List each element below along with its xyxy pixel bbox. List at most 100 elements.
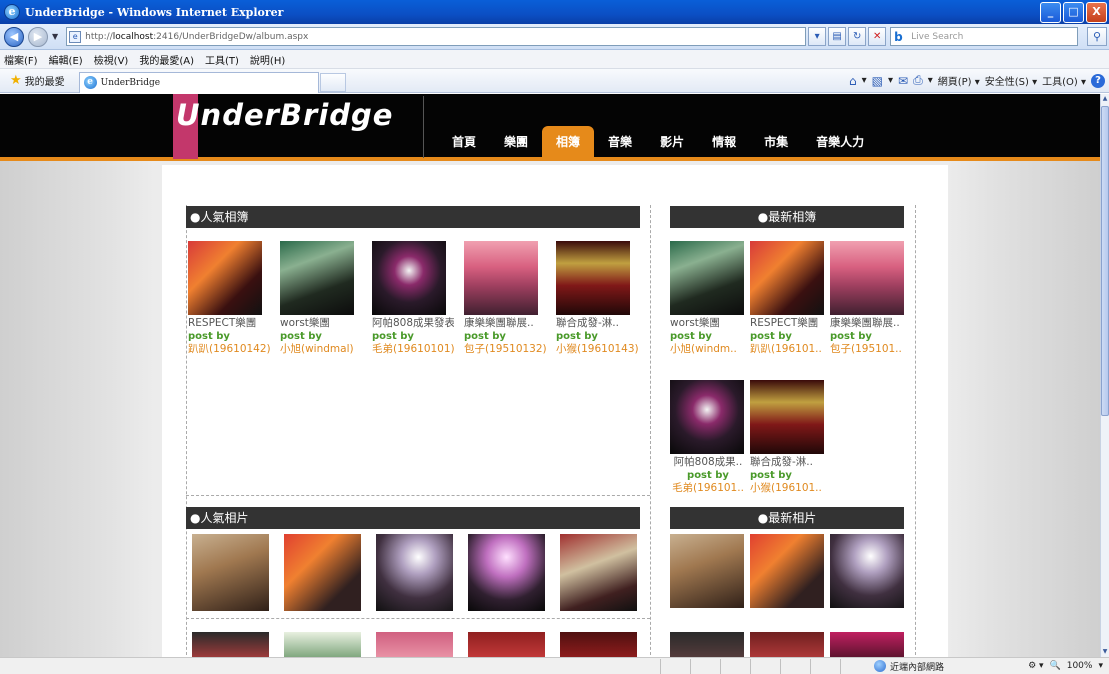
album-poster[interactable]: 趴趴(19610142) <box>188 343 270 356</box>
album-thumb[interactable] <box>372 241 446 315</box>
print-icon[interactable]: ⎙ <box>913 73 923 88</box>
photo-thumb[interactable] <box>670 632 744 657</box>
close-button[interactable]: X <box>1086 2 1107 23</box>
photo-thumb[interactable] <box>192 632 269 657</box>
album-thumb[interactable] <box>750 380 824 454</box>
back-button[interactable]: ◀ <box>4 26 24 47</box>
address-dropdown-icon[interactable]: ▾ <box>808 27 827 46</box>
menu-view[interactable]: 檢視(V) <box>94 52 129 67</box>
album-poster[interactable]: 小旭(windm.. <box>670 343 752 356</box>
photo-thumb[interactable] <box>750 534 824 608</box>
album-thumb[interactable] <box>670 241 744 315</box>
album-poster[interactable]: 趴趴(196101.. <box>750 343 832 356</box>
vertical-scrollbar[interactable]: ▲ ▼ <box>1100 94 1109 657</box>
menu-help[interactable]: 說明(H) <box>250 52 285 67</box>
album-thumb[interactable] <box>280 241 354 315</box>
photo-thumb[interactable] <box>376 632 453 657</box>
address-buttons: ▾ ▤ ↻ ✕ <box>808 27 887 46</box>
post-by-label: post by <box>750 331 792 342</box>
photo-thumb[interactable] <box>830 534 904 608</box>
photo-thumb[interactable] <box>468 632 545 657</box>
menu-file[interactable]: 檔案(F) <box>4 52 38 67</box>
album-poster[interactable]: 包子(19510132) <box>464 343 546 356</box>
site-logo[interactable]: UnderBridge <box>176 98 393 132</box>
menu-tools[interactable]: 工具(T) <box>205 52 239 67</box>
album-poster[interactable]: 小旭(windmal) <box>280 343 362 356</box>
scroll-down-icon[interactable]: ▼ <box>1101 647 1109 657</box>
photo-thumb[interactable] <box>830 632 904 657</box>
album-name[interactable]: 聯合成發-淋.. <box>750 456 832 469</box>
stop-icon[interactable]: ✕ <box>868 27 887 46</box>
album-thumb[interactable] <box>556 241 630 315</box>
photo-thumb[interactable] <box>560 534 637 611</box>
nav-albums[interactable]: 相簿 <box>542 126 595 161</box>
favorites-star-icon[interactable]: ★ <box>10 73 22 88</box>
menu-edit[interactable]: 編輯(E) <box>49 52 83 67</box>
compat-view-icon[interactable]: ▤ <box>828 27 847 46</box>
nav-videos[interactable]: 影片 <box>646 126 698 161</box>
feeds-dropdown-icon[interactable]: ▾ <box>888 75 893 86</box>
maximize-button[interactable]: □ <box>1063 2 1084 23</box>
album-poster[interactable]: 包子(195101.. <box>830 343 912 356</box>
search-icon[interactable]: ⚲ <box>1087 27 1107 46</box>
page-menu[interactable]: 網頁(P) ▾ <box>938 73 980 88</box>
nav-market[interactable]: 市集 <box>750 126 802 161</box>
new-tab-button[interactable] <box>319 73 346 92</box>
favorites-label[interactable]: 我的最愛 <box>25 73 65 88</box>
security-zone[interactable]: 近端內部網路 <box>874 660 980 673</box>
forward-button[interactable]: ▶ <box>28 26 48 47</box>
home-icon[interactable]: ⌂ <box>849 74 857 88</box>
safety-menu[interactable]: 安全性(S) ▾ <box>985 73 1037 88</box>
mail-icon[interactable]: ✉ <box>898 74 908 88</box>
nav-music[interactable]: 音樂 <box>594 126 646 161</box>
zoom-level[interactable]: 100% <box>1067 661 1093 671</box>
home-dropdown-icon[interactable]: ▾ <box>862 75 867 86</box>
feeds-icon[interactable]: ▧ <box>872 74 883 88</box>
photo-thumb[interactable] <box>670 534 744 608</box>
album-poster[interactable]: 小猴(196101.. <box>750 482 832 495</box>
album-thumb[interactable] <box>464 241 538 315</box>
photo-thumb[interactable] <box>284 632 361 657</box>
album-thumb[interactable] <box>830 241 904 315</box>
browser-tab[interactable]: e UnderBridge <box>78 71 319 93</box>
album-name[interactable]: worst樂團 <box>670 317 752 330</box>
photo-thumb[interactable] <box>750 632 824 657</box>
album-thumb[interactable] <box>670 380 744 454</box>
zoom-icon[interactable]: 🔍 <box>1050 661 1061 671</box>
photo-thumb[interactable] <box>560 632 637 657</box>
photo-thumb[interactable] <box>376 534 453 611</box>
address-input[interactable]: e http://localhost:2416/UnderBridgeDw/al… <box>66 27 807 46</box>
album-name[interactable]: 康樂樂團聯展.. <box>464 317 546 330</box>
album-name[interactable]: 阿帕808成果.. <box>667 456 749 469</box>
history-dropdown-icon[interactable]: ▼ <box>52 32 58 41</box>
album-poster[interactable]: 毛弟(19610101) <box>372 343 454 356</box>
album-name[interactable]: RESPECT樂團 <box>750 317 832 330</box>
album-poster[interactable]: 小猴(19610143) <box>556 343 638 356</box>
nav-musicians[interactable]: 音樂人力 <box>802 126 878 161</box>
photo-thumb[interactable] <box>284 534 361 611</box>
search-input[interactable]: b Live Search <box>890 27 1079 46</box>
photo-thumb[interactable] <box>192 534 269 611</box>
album-poster[interactable]: 毛弟(196101.. <box>667 482 749 495</box>
nav-bands[interactable]: 樂團 <box>490 126 542 161</box>
album-name[interactable]: RESPECT樂團 <box>188 317 270 330</box>
scroll-thumb[interactable] <box>1101 106 1109 416</box>
album-name[interactable]: 康樂樂團聯展.. <box>830 317 912 330</box>
tools-menu[interactable]: 工具(O) ▾ <box>1042 73 1086 88</box>
protected-mode-icon[interactable]: ⚙ ▾ <box>1028 661 1043 671</box>
album-name[interactable]: worst樂團 <box>280 317 362 330</box>
album-thumb[interactable] <box>188 241 262 315</box>
refresh-icon[interactable]: ↻ <box>848 27 867 46</box>
album-name[interactable]: 阿帕808成果發表 <box>372 317 454 330</box>
nav-home[interactable]: 首頁 <box>438 126 490 161</box>
zoom-dropdown-icon[interactable]: ▾ <box>1098 661 1103 671</box>
help-icon[interactable]: ? <box>1091 73 1105 88</box>
album-name[interactable]: 聯合成發-淋.. <box>556 317 638 330</box>
nav-news[interactable]: 情報 <box>698 126 750 161</box>
minimize-button[interactable]: _ <box>1040 2 1061 23</box>
print-dropdown-icon[interactable]: ▾ <box>928 75 933 86</box>
menu-favorites[interactable]: 我的最愛(A) <box>139 52 194 67</box>
album-thumb[interactable] <box>750 241 824 315</box>
scroll-up-icon[interactable]: ▲ <box>1101 94 1109 104</box>
photo-thumb[interactable] <box>468 534 545 611</box>
